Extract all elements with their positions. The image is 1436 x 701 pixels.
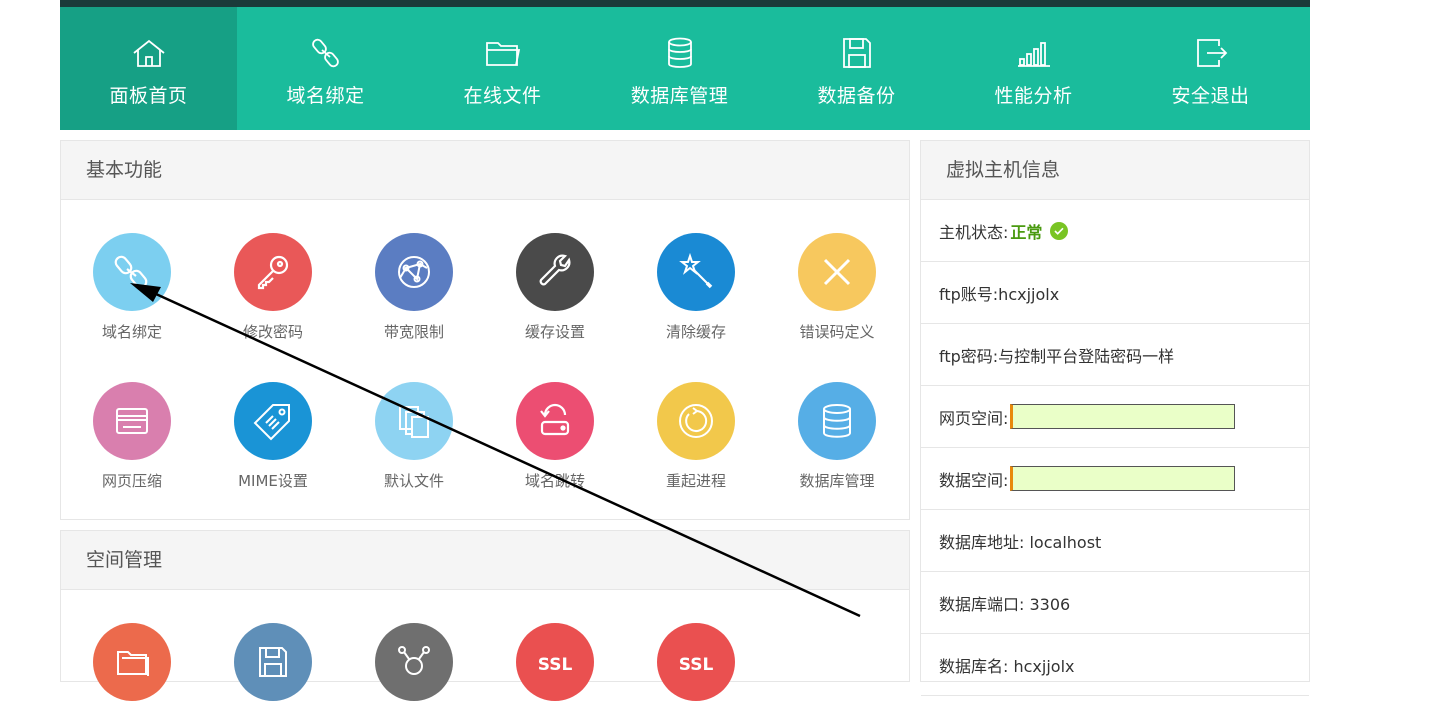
tile-change-password[interactable]: 修改密码 xyxy=(213,233,333,342)
tile-domain-redirect[interactable]: 域名跳转 xyxy=(495,382,615,491)
status-value: 正常 xyxy=(1010,222,1043,242)
wrench-icon xyxy=(539,254,571,286)
save-icon xyxy=(842,38,871,68)
logout-icon xyxy=(1196,39,1227,67)
top-banner-strip xyxy=(60,0,1310,7)
ftp-account-row: ftp账号:hcxjjolx xyxy=(921,262,1309,324)
nav-label: 安全退出 xyxy=(1171,85,1250,107)
space-management-panel: 空间管理 SSL SSL xyxy=(60,530,910,701)
nav-label: 性能分析 xyxy=(994,85,1073,107)
folders-icon xyxy=(117,651,149,676)
ssl-icon: SSL xyxy=(679,655,714,675)
ftp-password-row: ftp密码:与控制平台登陆密码一样 xyxy=(921,324,1309,386)
database-icon xyxy=(823,404,851,438)
signal-bars-icon xyxy=(1017,42,1050,67)
panel-title: 基本功能 xyxy=(61,141,909,200)
db-space-label: 数据空间: xyxy=(939,470,1009,490)
folder-icon xyxy=(485,42,520,66)
db-host: 数据库地址: localhost xyxy=(939,532,1102,552)
nav-label: 域名绑定 xyxy=(286,85,365,107)
nav-item-online-files[interactable]: 在线文件 xyxy=(414,7,591,130)
db-host-row: 数据库地址: localhost xyxy=(921,510,1309,572)
db-name-row: 数据库名: hcxjjolx xyxy=(921,634,1309,696)
tile-label: 网页压缩 xyxy=(101,472,162,490)
ssl-icon: SSL xyxy=(538,655,573,675)
magic-wand-icon xyxy=(679,252,713,289)
tile-domain-binding[interactable]: 域名绑定 xyxy=(72,233,192,342)
x-icon xyxy=(823,258,851,286)
tile-web-compression[interactable]: 网页压缩 xyxy=(72,382,192,491)
tile-label: 域名跳转 xyxy=(524,472,585,490)
tile-database-management[interactable]: 数据库管理 xyxy=(777,382,897,491)
tile-label: 重起进程 xyxy=(665,472,726,490)
tile-ssl-2[interactable]: SSL xyxy=(636,623,756,701)
network-icon xyxy=(398,256,430,288)
db-space-usage-bar xyxy=(1010,466,1236,491)
tile-default-files[interactable]: 默认文件 xyxy=(354,382,474,491)
main-nav: 面板首页 域名绑定 在线文件 数据库管理 数据备份 性能分析 安全退出 xyxy=(60,7,1310,130)
tile-space-files[interactable] xyxy=(72,623,192,701)
tile-label: 清除缓存 xyxy=(665,323,726,341)
tile-label: 默认文件 xyxy=(383,472,444,490)
card-icon xyxy=(116,408,148,434)
restart-icon xyxy=(679,404,713,438)
home-icon xyxy=(132,39,165,67)
panel-title: 空间管理 xyxy=(61,531,909,590)
host-info-panel: 虚拟主机信息 主机状态: 正常 ftp账号:hcxjjolx ftp密码:与控制… xyxy=(920,140,1310,696)
nav-label: 在线文件 xyxy=(463,85,542,107)
db-name: 数据库名: hcxjjolx xyxy=(939,656,1075,676)
ssl-text: SSL xyxy=(538,655,573,675)
tag-icon xyxy=(253,404,290,441)
nav-item-performance[interactable]: 性能分析 xyxy=(945,7,1122,130)
tile-restart-process[interactable]: 重起进程 xyxy=(636,382,756,491)
web-space-label: 网页空间: xyxy=(939,408,1009,428)
tile-mime-settings[interactable]: MIME设置 xyxy=(213,382,333,491)
tile-label: MIME设置 xyxy=(238,472,308,490)
tile-label: 修改密码 xyxy=(242,323,303,341)
nav-item-database[interactable]: 数据库管理 xyxy=(591,7,768,130)
link-icon xyxy=(114,255,148,289)
save-icon xyxy=(259,647,287,677)
web-space-usage-bar xyxy=(1010,404,1236,429)
tile-error-codes[interactable]: 错误码定义 xyxy=(777,233,897,342)
tile-space-network[interactable] xyxy=(354,623,474,701)
tile-clear-cache[interactable]: 清除缓存 xyxy=(636,233,756,342)
ftp-account: ftp账号:hcxjjolx xyxy=(939,284,1060,304)
nav-label: 数据库管理 xyxy=(630,85,729,107)
network-hub-icon xyxy=(398,646,430,675)
host-status-row: 主机状态: 正常 xyxy=(921,200,1309,262)
db-port-row: 数据库端口: 3306 xyxy=(921,572,1309,634)
nav-label: 面板首页 xyxy=(109,85,188,107)
db-space-row: 数据空间: xyxy=(921,448,1309,510)
nav-item-logout[interactable]: 安全退出 xyxy=(1122,7,1299,130)
tile-cache-settings[interactable]: 缓存设置 xyxy=(495,233,615,342)
tile-ssl-1[interactable]: SSL xyxy=(495,623,615,701)
basic-functions-panel: 基本功能 域名绑定 修改密码 带宽限制 缓存设置 清除缓存 错误码定义 网页压缩… xyxy=(60,140,910,520)
check-icon xyxy=(1050,221,1069,240)
database-icon xyxy=(667,37,692,68)
link-icon xyxy=(311,38,339,68)
tile-label: 带宽限制 xyxy=(383,323,444,341)
web-space-row: 网页空间: xyxy=(921,386,1309,448)
nav-item-domain-binding[interactable]: 域名绑定 xyxy=(237,7,414,130)
tile-bandwidth-limit[interactable]: 带宽限制 xyxy=(354,233,474,342)
ssl-text: SSL xyxy=(679,655,714,675)
tile-space-save[interactable] xyxy=(213,623,333,701)
tile-label: 域名绑定 xyxy=(101,323,162,341)
nav-label: 数据备份 xyxy=(817,85,896,107)
nav-item-home[interactable]: 面板首页 xyxy=(60,7,237,130)
tile-label: 缓存设置 xyxy=(524,323,585,341)
ftp-password: ftp密码:与控制平台登陆密码一样 xyxy=(939,346,1175,366)
nav-item-backup[interactable]: 数据备份 xyxy=(768,7,945,130)
db-port: 数据库端口: 3306 xyxy=(939,594,1071,614)
redirect-icon xyxy=(540,403,570,436)
panel-title: 虚拟主机信息 xyxy=(921,141,1309,200)
tile-label: 数据库管理 xyxy=(799,472,875,490)
tile-label: 错误码定义 xyxy=(799,323,875,341)
documents-icon xyxy=(399,406,429,438)
key-icon xyxy=(257,255,289,290)
status-label: 主机状态: xyxy=(939,222,1009,242)
